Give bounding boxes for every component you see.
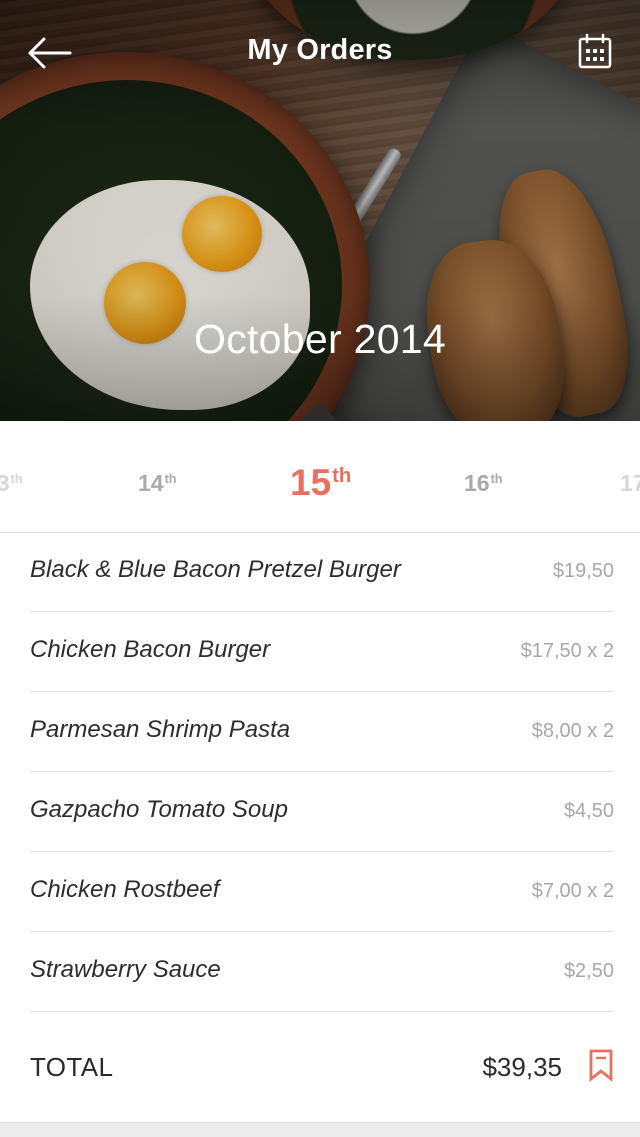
page-title: My Orders — [247, 34, 393, 66]
item-price: $8,00 x 2 — [531, 720, 614, 742]
item-price: $7,00 x 2 — [531, 880, 614, 902]
day-13[interactable]: 13th — [0, 472, 23, 495]
date-strip[interactable]: 13th 14th 15th 16th 17th — [0, 421, 640, 533]
pointer-mask — [300, 421, 340, 429]
total-row: TOTAL $39,35 — [30, 1012, 614, 1122]
item-name: Chicken Rostbeef — [30, 876, 220, 903]
calendar-icon — [578, 33, 612, 69]
order-row[interactable]: Chicken Rostbeef $7,00 x 2 — [30, 852, 614, 932]
item-price: $17,50 x 2 — [520, 640, 614, 662]
total-value: $39,35 — [482, 1052, 562, 1082]
order-row[interactable]: Chicken Bacon Burger $17,50 x 2 — [30, 612, 614, 692]
item-name: Black & Blue Bacon Pretzel Burger — [30, 556, 401, 583]
month-label: October 2014 — [193, 316, 447, 362]
bookmark-icon — [589, 1049, 613, 1082]
calendar-button[interactable] — [576, 31, 618, 73]
day-17[interactable]: 17th — [620, 472, 640, 495]
top-bar: My Orders — [0, 0, 640, 106]
order-row[interactable]: Gazpacho Tomato Soup $4,50 — [30, 772, 614, 852]
order-row[interactable]: Parmesan Shrimp Pasta $8,00 x 2 — [30, 692, 614, 772]
bookmark-button[interactable] — [588, 1048, 614, 1082]
item-price: $2,50 — [563, 960, 614, 982]
order-list: Black & Blue Bacon Pretzel Burger $19,50… — [0, 532, 640, 1012]
total-label: TOTAL — [30, 1052, 114, 1082]
item-name: Parmesan Shrimp Pasta — [30, 716, 291, 743]
item-name: Chicken Bacon Burger — [30, 636, 271, 663]
day-14[interactable]: 14th — [138, 472, 177, 495]
item-name: Gazpacho Tomato Soup — [30, 796, 288, 823]
item-price: $4,50 — [563, 800, 614, 822]
item-price: $19,50 — [552, 560, 614, 582]
order-row[interactable]: Black & Blue Bacon Pretzel Burger $19,50 — [30, 532, 614, 612]
day-15-selected[interactable]: 15th — [290, 464, 351, 501]
day-16[interactable]: 16th — [464, 472, 503, 495]
bottom-strip — [0, 1122, 640, 1137]
order-row[interactable]: Strawberry Sauce $2,50 — [30, 932, 614, 1012]
item-name: Strawberry Sauce — [30, 956, 221, 983]
